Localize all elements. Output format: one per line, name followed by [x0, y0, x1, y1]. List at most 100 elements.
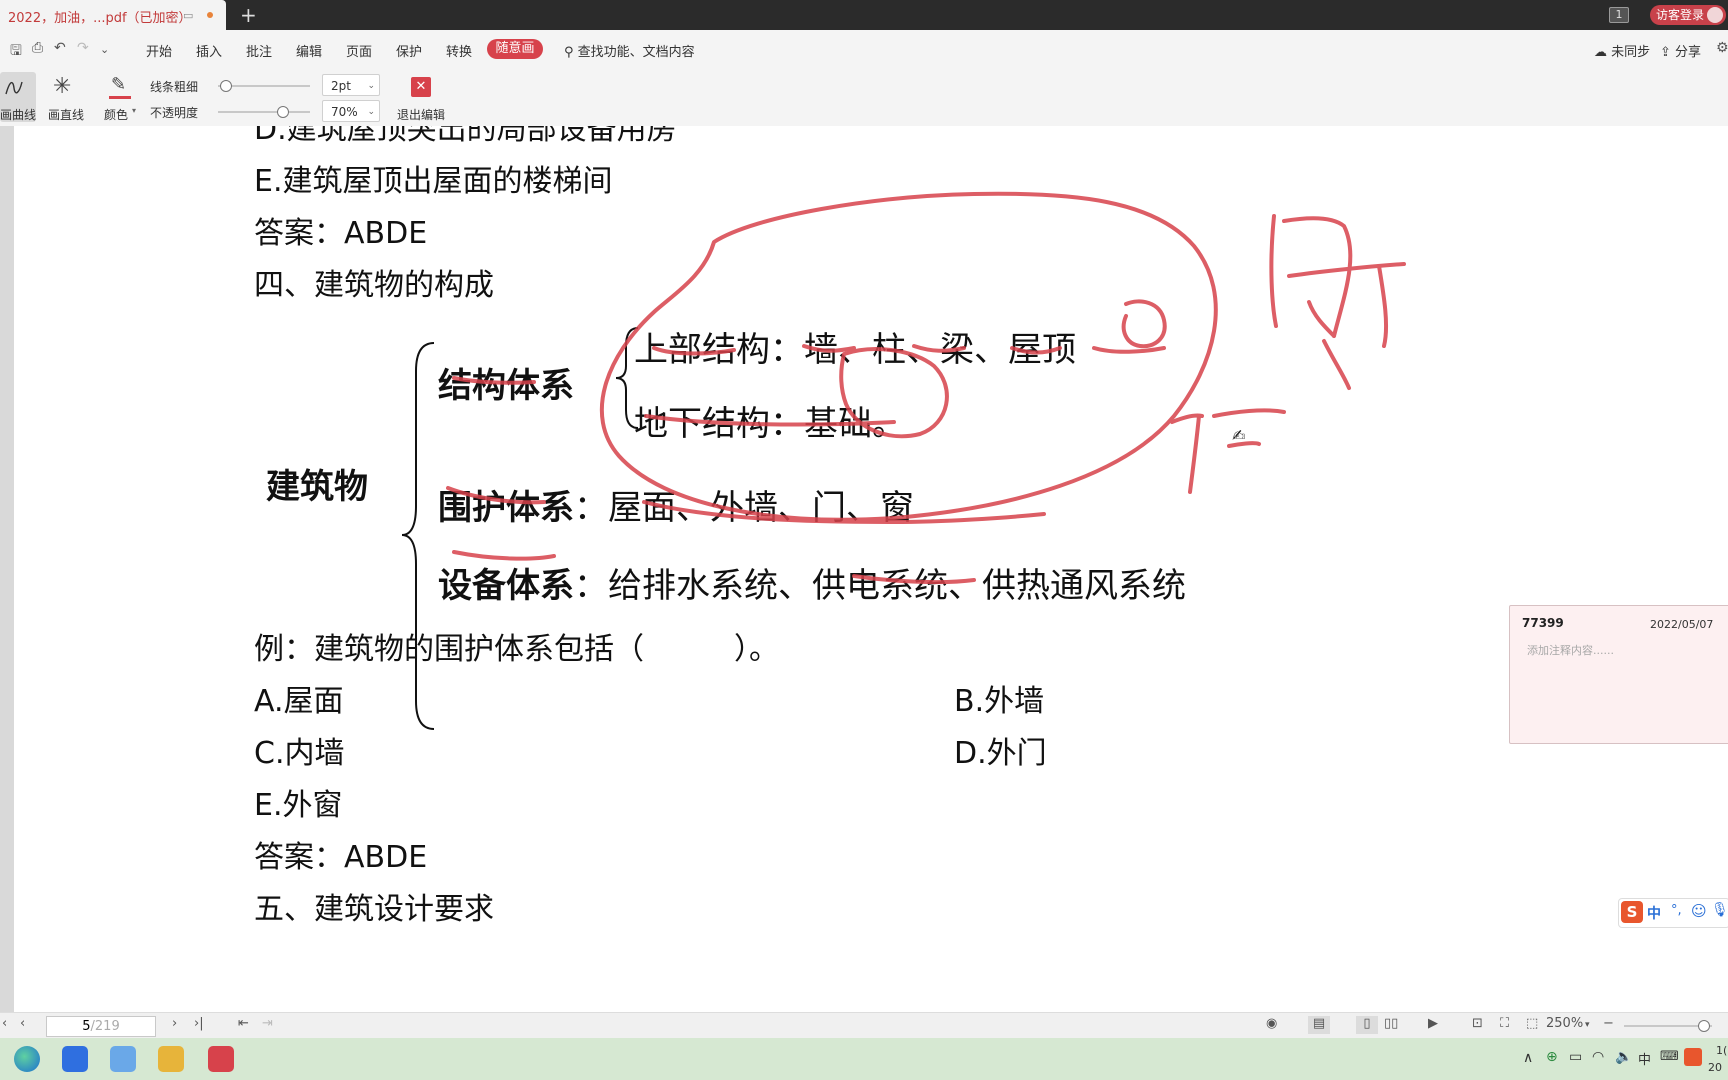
- monitor-icon[interactable]: ▭: [183, 9, 193, 22]
- menu-annotate[interactable]: 批注: [246, 41, 272, 60]
- comment-author: 77399: [1522, 616, 1564, 630]
- total-pages: /219: [90, 1019, 120, 1034]
- taskbar: [0, 1038, 1728, 1080]
- wifi-icon[interactable]: ◠: [1592, 1049, 1604, 1065]
- document-page[interactable]: D.建筑屋顶突出的局部设备用房 E.建筑屋顶出屋面的楼梯间 答案：ABDE 四、…: [14, 126, 1728, 1012]
- ink-toolbar: [0, 66, 1728, 127]
- current-page: 5: [82, 1019, 91, 1034]
- fit-width-icon[interactable]: ⬚: [1526, 1016, 1538, 1031]
- login-label: 访客登录: [1656, 8, 1705, 22]
- chevron-down-icon: ⌄: [367, 107, 375, 117]
- zoom-dropdown-chevron-icon[interactable]: ▾: [1585, 1020, 1590, 1030]
- line-width-knob[interactable]: [220, 80, 232, 92]
- ink-annotations[interactable]: [14, 126, 1728, 1012]
- window-count-badge[interactable]: 1: [1609, 7, 1629, 23]
- document-tab[interactable]: 2022，加油，...pdf（已加密） ▭: [0, 0, 226, 30]
- gear-icon[interactable]: ⚙: [1716, 40, 1728, 56]
- line-width-select[interactable]: 2pt ⌄: [322, 74, 380, 96]
- sync-status[interactable]: ☁ 未同步: [1594, 41, 1650, 60]
- ime-toolbar[interactable]: S 中 °, ☺ 🎙: [1618, 898, 1728, 928]
- edge-browser-icon[interactable]: [14, 1046, 40, 1072]
- emoji-icon[interactable]: ☺: [1691, 902, 1707, 920]
- clock-time[interactable]: 1(: [1716, 1044, 1727, 1057]
- more-chevron-icon[interactable]: ⌄: [100, 43, 109, 56]
- sogou-logo-icon: S: [1621, 901, 1643, 923]
- microphone-icon[interactable]: 🎙: [1711, 902, 1728, 918]
- curve-icon: [5, 81, 23, 95]
- undo-icon[interactable]: ↶: [54, 40, 66, 56]
- menu-insert[interactable]: 插入: [196, 41, 222, 60]
- left-gutter: [0, 126, 14, 1012]
- page-number-input[interactable]: 5/219: [46, 1016, 156, 1037]
- draw-line-label[interactable]: 画直线: [48, 106, 84, 123]
- opacity-select[interactable]: 70% ⌄: [322, 100, 380, 122]
- keyboard-icon[interactable]: ⌨: [1660, 1049, 1679, 1064]
- feature-search[interactable]: ⚲ 查找功能、文档内容: [564, 41, 695, 60]
- tray-ime-mode[interactable]: 中: [1638, 1049, 1651, 1068]
- search-label: 查找功能、文档内容: [577, 45, 695, 60]
- redo-icon[interactable]: ↷: [77, 40, 89, 56]
- color-label[interactable]: 颜色: [104, 106, 128, 123]
- opacity-slider[interactable]: [218, 111, 310, 113]
- volume-icon[interactable]: 🔈: [1615, 1049, 1632, 1065]
- eye-protection-icon[interactable]: ◉: [1266, 1016, 1277, 1031]
- title-bar: [0, 0, 1728, 30]
- menu-freehand[interactable]: 随意画: [487, 39, 543, 59]
- search-icon: ⚲: [564, 45, 574, 60]
- print-icon[interactable]: ⎙: [32, 40, 43, 56]
- new-tab-button[interactable]: +: [240, 3, 257, 27]
- prev-page-icon[interactable]: ‹: [20, 1016, 25, 1031]
- draw-curve-label: 画曲线: [0, 108, 37, 122]
- visitor-login-button[interactable]: 访客登录: [1650, 5, 1726, 25]
- line-width-value: 2pt: [331, 79, 351, 93]
- first-page-icon[interactable]: ‹: [2, 1016, 7, 1031]
- menu-start[interactable]: 开始: [146, 41, 172, 60]
- next-page-icon[interactable]: ›: [172, 1016, 177, 1031]
- single-page-icon[interactable]: ▤: [1308, 1016, 1330, 1034]
- zoom-slider-knob[interactable]: [1698, 1020, 1710, 1032]
- comment-card[interactable]: 77399 2022/05/07 添加注释内容......: [1509, 605, 1728, 744]
- menu-protect[interactable]: 保护: [396, 41, 422, 60]
- image-app-icon[interactable]: [110, 1046, 136, 1072]
- actual-size-icon[interactable]: ⊡: [1472, 1016, 1483, 1031]
- forward-nav-icon[interactable]: ⇥: [262, 1016, 273, 1031]
- save-icon[interactable]: 🖫: [10, 40, 22, 64]
- menu-edit[interactable]: 编辑: [296, 41, 322, 60]
- comment-input[interactable]: 添加注释内容......: [1527, 642, 1614, 658]
- line-icon[interactable]: ✳: [53, 74, 71, 99]
- tray-chevron-up-icon[interactable]: ∧: [1523, 1050, 1533, 1066]
- exit-edit-button[interactable]: ✕: [411, 77, 431, 97]
- cloud-icon: ☁: [1594, 45, 1607, 60]
- punctuation-icon[interactable]: °,: [1671, 903, 1682, 918]
- battery-icon[interactable]: ▭: [1569, 1049, 1582, 1065]
- pdf-app-icon[interactable]: [208, 1046, 234, 1072]
- double-page-icon[interactable]: ▯▯: [1384, 1016, 1398, 1031]
- sync-label: 未同步: [1611, 45, 1651, 60]
- chevron-down-icon: ⌄: [367, 81, 375, 91]
- status-bar: [0, 1012, 1728, 1039]
- ink-color-swatch[interactable]: [109, 96, 131, 99]
- continuous-page-icon[interactable]: ▯: [1356, 1016, 1378, 1034]
- zoom-out-icon[interactable]: −: [1603, 1016, 1614, 1031]
- zoom-level[interactable]: 250%: [1546, 1016, 1583, 1031]
- sogou-tray-icon[interactable]: [1684, 1048, 1702, 1066]
- menu-page[interactable]: 页面: [346, 41, 372, 60]
- close-icon: ✕: [415, 79, 427, 94]
- share-label: 分享: [1675, 45, 1702, 60]
- line-width-label: 线条粗细: [150, 80, 199, 94]
- last-page-icon[interactable]: ›|: [194, 1016, 204, 1031]
- clock-date[interactable]: 20: [1708, 1061, 1722, 1074]
- ime-mode[interactable]: 中: [1647, 903, 1661, 923]
- pen-app-icon[interactable]: [62, 1046, 88, 1072]
- tray-app-icon[interactable]: ⊕: [1546, 1049, 1558, 1065]
- menu-convert[interactable]: 转换: [446, 41, 472, 60]
- play-icon[interactable]: ▶: [1428, 1016, 1438, 1031]
- folder-icon[interactable]: [158, 1046, 184, 1072]
- share-button[interactable]: ⇪ 分享: [1660, 41, 1701, 60]
- exit-edit-label[interactable]: 退出编辑: [397, 106, 445, 123]
- color-dropdown-chevron-icon[interactable]: ▾: [132, 106, 136, 115]
- fit-page-icon[interactable]: ⛶: [1500, 1016, 1509, 1031]
- tab-title: 2022，加油，...pdf（已加密）: [8, 11, 192, 26]
- back-nav-icon[interactable]: ⇤: [238, 1016, 249, 1031]
- pen-icon[interactable]: ✎: [111, 74, 126, 95]
